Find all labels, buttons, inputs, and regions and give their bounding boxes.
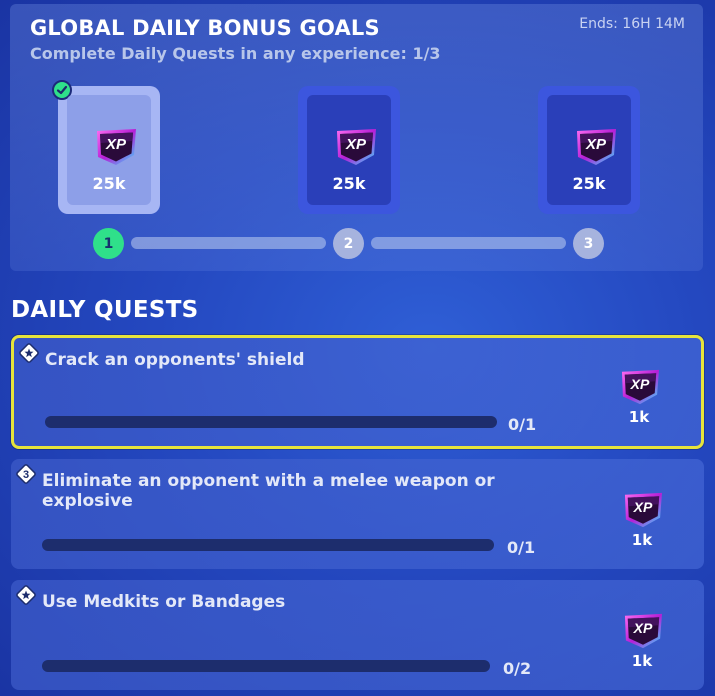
quest-progress-bar [42, 539, 494, 551]
xp-badge-icon: XP [620, 612, 664, 654]
svg-text:3: 3 [23, 469, 29, 481]
quest-reward: XP 1k [620, 612, 664, 670]
bonus-reward-amount: 25k [92, 174, 126, 193]
quest-progress-bar [42, 660, 490, 672]
quest-reward: XP 1k [617, 368, 661, 426]
xp-badge-icon: XP [620, 491, 664, 533]
quest-progress-bar [45, 416, 497, 428]
bonus-goals-timer: Ends: 16H 14M [579, 16, 685, 32]
svg-text:XP: XP [633, 499, 653, 515]
bonus-step-1: 1 [93, 228, 124, 259]
quest-name: Crack an opponents' shield [45, 350, 305, 370]
quest-card-2[interactable]: 3 Eliminate an opponent with a melee wea… [11, 459, 704, 569]
bonus-progress-track-2 [371, 237, 566, 249]
quest-reward-amount: 1k [631, 652, 653, 670]
xp-badge-icon: XP [332, 127, 380, 171]
quest-reward-amount: 1k [628, 408, 650, 426]
quest-reward-amount: 1k [631, 531, 653, 549]
svg-text:XP: XP [633, 620, 653, 636]
svg-text:XP: XP [585, 136, 607, 153]
quest-progress-count: 0/2 [503, 659, 532, 678]
svg-text:XP: XP [105, 136, 127, 153]
xp-badge-icon: XP [572, 127, 620, 171]
star-diamond-icon [15, 584, 37, 610]
quest-name: Eliminate an opponent with a melee weapo… [42, 471, 495, 511]
quest-name: Use Medkits or Bandages [42, 592, 286, 612]
svg-text:XP: XP [345, 136, 367, 153]
quest-reward: XP 1k [620, 491, 664, 549]
xp-badge-icon: XP [92, 127, 140, 171]
quest-card-3[interactable]: Use Medkits or Bandages 0/2 XP 1k [11, 580, 704, 690]
stage-3-diamond-icon: 3 [15, 463, 37, 489]
quest-progress-count: 0/1 [508, 415, 537, 434]
bonus-reward-card-2[interactable]: XP 25k [298, 86, 400, 214]
bonus-reward-amount: 25k [332, 174, 366, 193]
bonus-reward-card-3[interactable]: XP 25k [538, 86, 640, 214]
bonus-goals-subtitle: Complete Daily Quests in any experience:… [30, 44, 441, 63]
star-diamond-icon [18, 342, 40, 368]
bonus-goals-panel: GLOBAL DAILY BONUS GOALS Complete Daily … [10, 4, 703, 271]
daily-quests-title: DAILY QUESTS [11, 297, 199, 323]
bonus-progress-track-1 [131, 237, 326, 249]
quest-card-1[interactable]: Crack an opponents' shield 0/1 XP 1k [11, 335, 704, 449]
svg-text:XP: XP [630, 376, 650, 392]
xp-badge-icon: XP [617, 368, 661, 410]
bonus-reward-card-1[interactable]: XP 25k [52, 80, 160, 214]
bonus-reward-amount: 25k [572, 174, 606, 193]
quest-progress-count: 0/1 [507, 538, 536, 557]
bonus-step-2: 2 [333, 228, 364, 259]
bonus-step-3: 3 [573, 228, 604, 259]
bonus-goals-title: GLOBAL DAILY BONUS GOALS [30, 16, 380, 40]
